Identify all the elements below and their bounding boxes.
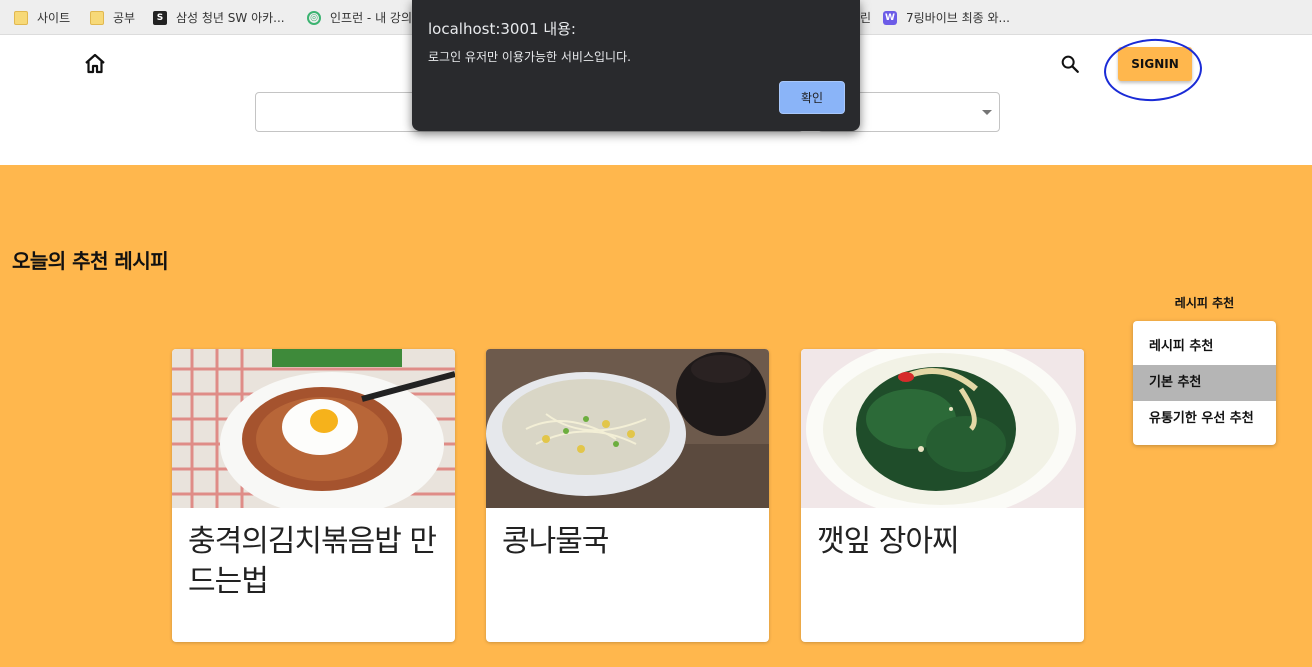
inflearn-icon: ◎ <box>307 10 321 25</box>
side-menu-title: 레시피 추천 <box>1174 296 1235 310</box>
folder-icon <box>14 10 28 25</box>
recipe-image-kimchi-fried-rice <box>172 349 455 508</box>
alert-ok-button[interactable]: 확인 <box>779 81 845 114</box>
recipe-card[interactable]: 콩나물국 <box>486 349 769 642</box>
recipe-card-title: 콩나물국 <box>502 524 609 559</box>
menu-item-basic-recommend[interactable]: 기본 추천 <box>1133 365 1276 401</box>
folder-icon <box>90 10 104 25</box>
recipe-card-title: 깻잎 장아찌 <box>817 524 960 559</box>
caret-down-icon <box>982 110 992 115</box>
bookmark-folder-study[interactable]: 공부 <box>90 0 135 35</box>
bookmark-folder-sites[interactable]: 사이트 <box>14 0 70 35</box>
home-button[interactable] <box>80 49 110 79</box>
recommendation-menu: 레시피 추천 기본 추천 유통기한 우선 추천 <box>1133 321 1276 445</box>
bookmark-label: 인프런 - 내 강의 <box>330 11 413 25</box>
wiki-icon: W <box>883 10 897 25</box>
alert-title: localhost:3001 내용: <box>428 20 576 38</box>
alert-dialog: localhost:3001 내용: 로그인 유저만 이용가능한 서비스입니다.… <box>412 0 860 131</box>
section-title: 오늘의 추천 레시피 <box>12 249 169 273</box>
bookmark-inflearn[interactable]: ◎ 인프런 - 내 강의 <box>307 0 412 35</box>
bookmark-partial[interactable]: 린 <box>860 0 871 35</box>
search-button[interactable] <box>1055 49 1085 79</box>
recipe-image-bean-sprout-soup <box>486 349 769 508</box>
bookmark-label: 사이트 <box>37 11 71 25</box>
home-icon <box>85 53 105 74</box>
bookmark-ssafy[interactable]: S 삼성 청년 SW 아카... <box>153 0 285 35</box>
recipe-card-title: 충격의김치볶음밥 만드는법 <box>188 524 437 599</box>
bookmark-label: 7링바이브 최종 와... <box>906 11 1010 25</box>
search-icon <box>1061 55 1079 73</box>
ssafy-icon: S <box>153 10 167 25</box>
bookmark-label: 공부 <box>113 11 136 25</box>
bookmark-label: 삼성 청년 SW 아카... <box>176 11 285 25</box>
alert-message: 로그인 유저만 이용가능한 서비스입니다. <box>428 50 631 64</box>
recipe-card[interactable]: 깻잎 장아찌 <box>801 349 1084 642</box>
signin-button[interactable]: SIGNIN <box>1118 47 1192 81</box>
menu-item-recipe-recommend[interactable]: 레시피 추천 <box>1133 329 1276 365</box>
bookmark-label: 린 <box>860 11 872 25</box>
menu-item-expiry-recommend[interactable]: 유통기한 우선 추천 <box>1133 401 1276 437</box>
recipe-card[interactable]: 충격의김치볶음밥 만드는법 <box>172 349 455 642</box>
bookmark-wiki[interactable]: W 7링바이브 최종 와... <box>883 0 1010 35</box>
recipe-image-perilla-pickle <box>801 349 1084 508</box>
